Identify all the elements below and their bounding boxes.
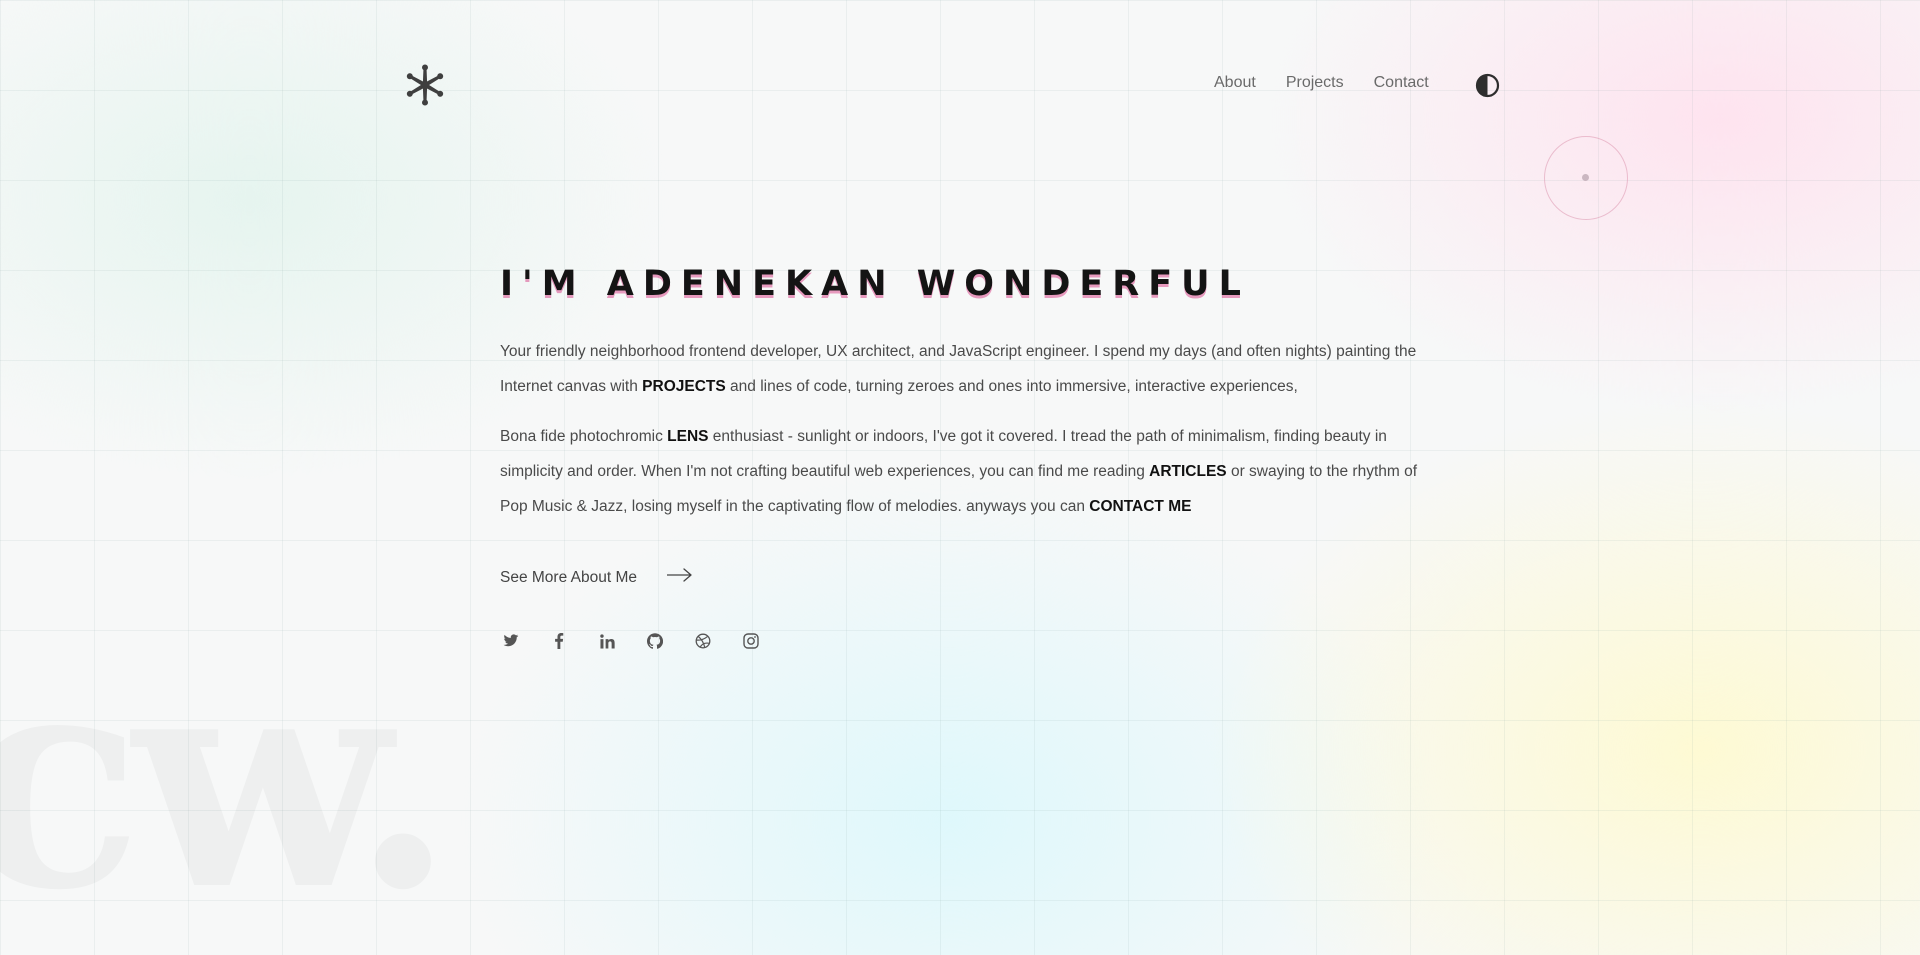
intro-paragraph-1: Your friendly neighborhood frontend deve… <box>500 334 1420 404</box>
instagram-icon[interactable] <box>742 632 760 650</box>
nav-about-link[interactable]: About <box>1214 74 1256 92</box>
dribbble-icon[interactable] <box>694 632 712 650</box>
nav-contact-link[interactable]: Contact <box>1374 74 1429 92</box>
intro-text: Bona fide photochromic <box>500 428 668 445</box>
hero-heading: I'M ADENEKAN WONDERFUL <box>500 264 1250 304</box>
twitter-icon[interactable] <box>502 632 520 650</box>
see-more-label: See More About Me <box>500 568 637 586</box>
lens-link[interactable]: LENS <box>667 428 708 445</box>
social-links <box>502 632 760 650</box>
background-monogram: cw. <box>0 630 445 930</box>
main-nav: About Projects Contact <box>1214 74 1429 92</box>
intro-text: and lines of code, turning zeroes and on… <box>725 378 1298 395</box>
contact-me-link[interactable]: CONTACT ME <box>1089 498 1191 515</box>
intro-paragraph-2: Bona fide photochromic LENS enthusiast -… <box>500 419 1420 524</box>
articles-link[interactable]: ARTICLES <box>1149 463 1227 480</box>
contrast-icon[interactable] <box>1475 73 1500 98</box>
asterisk-logo-icon[interactable] <box>402 62 448 108</box>
cursor-dot <box>1582 174 1589 181</box>
linkedin-icon[interactable] <box>598 632 616 650</box>
facebook-icon[interactable] <box>550 632 568 650</box>
arrow-right-icon <box>666 568 693 587</box>
see-more-about-me-link[interactable]: See More About Me <box>500 568 693 587</box>
github-icon[interactable] <box>646 632 664 650</box>
hero-intro: Your friendly neighborhood frontend deve… <box>500 334 1420 539</box>
nav-projects-link[interactable]: Projects <box>1286 74 1344 92</box>
projects-link[interactable]: PROJECTS <box>642 378 726 395</box>
